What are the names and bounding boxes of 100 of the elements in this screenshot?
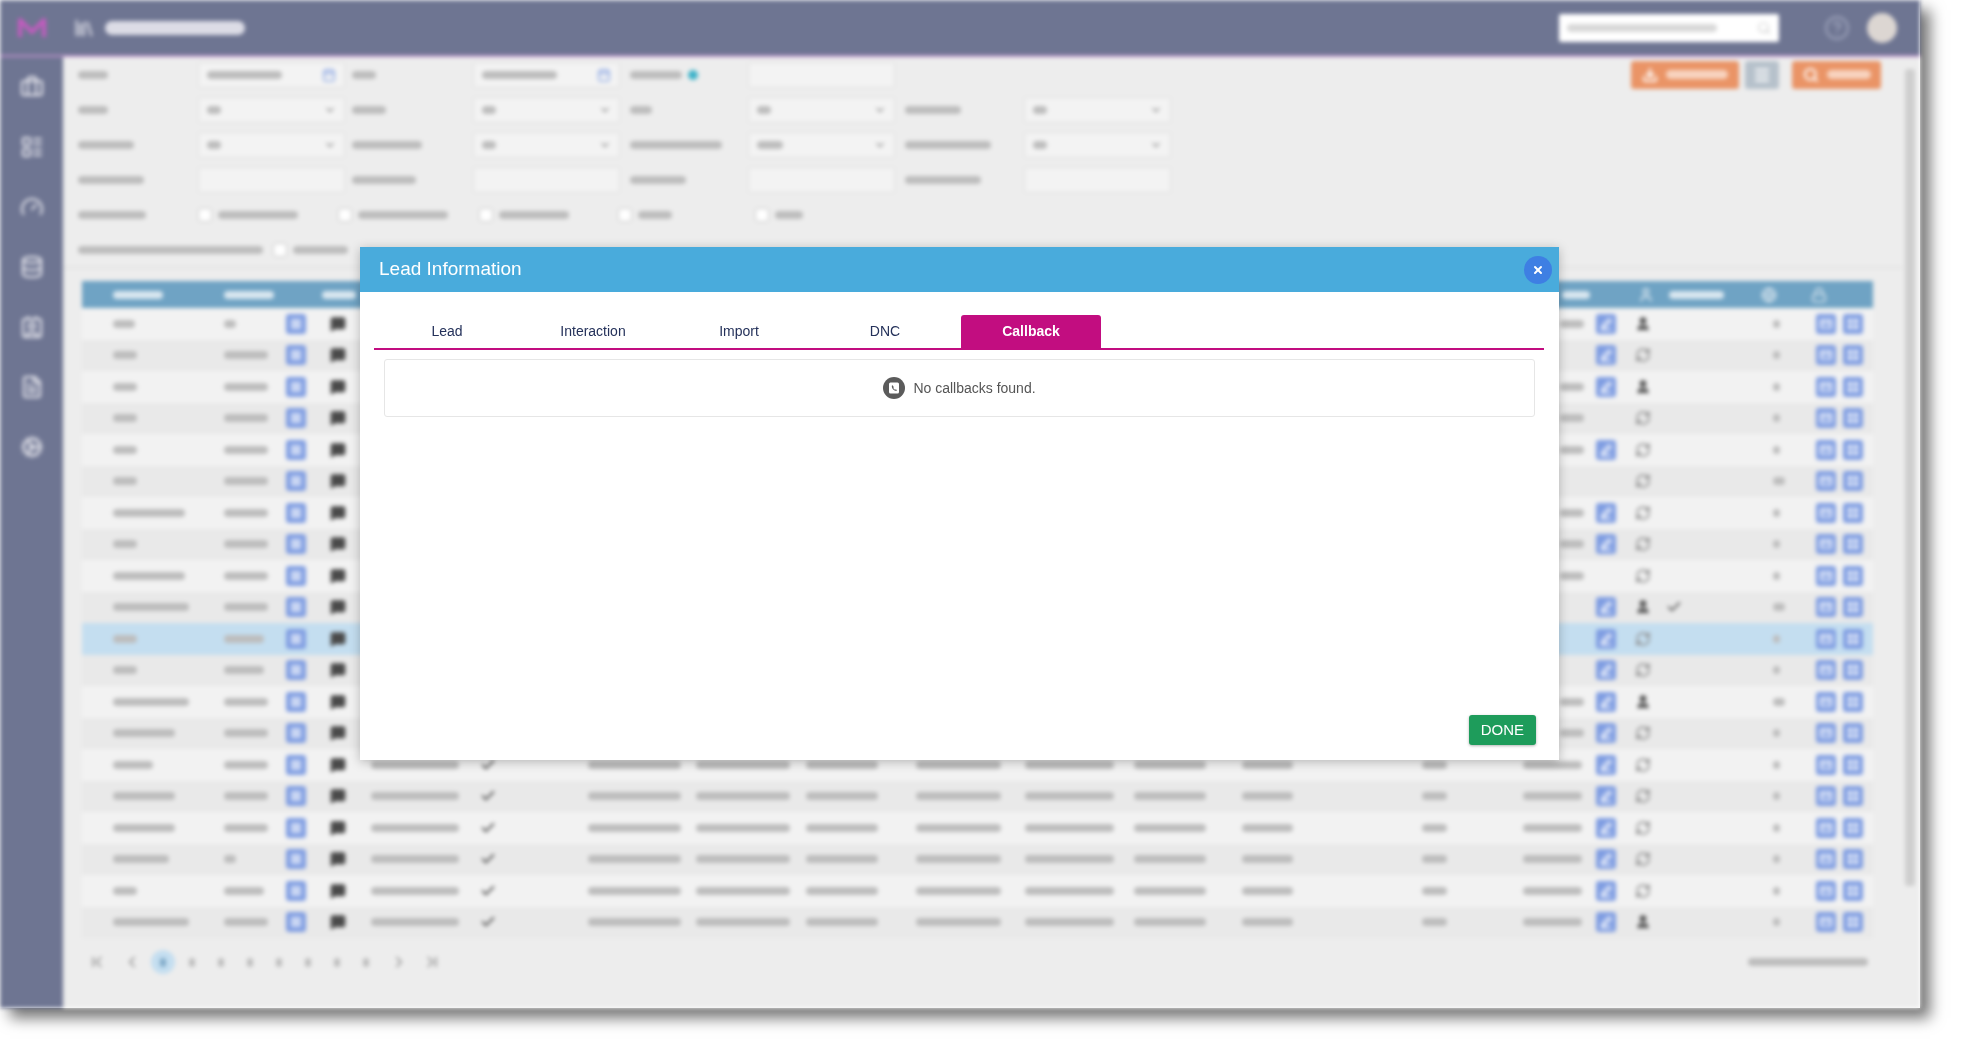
card-icon[interactable]: [1816, 723, 1836, 744]
grid-icon[interactable]: [1843, 345, 1863, 366]
edit-icon[interactable]: [1596, 502, 1616, 523]
grid-icon[interactable]: [1843, 691, 1863, 712]
tab[interactable]: Lead: [377, 315, 517, 348]
edit-icon[interactable]: [1596, 754, 1616, 775]
edit-icon[interactable]: [1596, 849, 1616, 870]
card-icon[interactable]: [1816, 534, 1836, 555]
list-icon[interactable]: [286, 439, 306, 460]
tab[interactable]: Callback: [961, 315, 1101, 348]
list-icon[interactable]: [286, 471, 306, 492]
list-icon[interactable]: [286, 786, 306, 807]
edit-icon[interactable]: [1596, 912, 1616, 933]
tab[interactable]: DNC: [815, 315, 955, 348]
grid-icon[interactable]: [1843, 912, 1863, 933]
list-icon[interactable]: [286, 345, 306, 366]
card-icon[interactable]: [1816, 408, 1836, 429]
list-icon[interactable]: [286, 628, 306, 649]
download-icon[interactable]: [1642, 66, 1658, 83]
list-icon[interactable]: [286, 597, 306, 618]
edit-icon[interactable]: [1596, 880, 1616, 901]
avatar[interactable]: [1867, 12, 1897, 43]
grid-icon[interactable]: [1843, 439, 1863, 460]
card-icon[interactable]: [1816, 880, 1836, 901]
close-button[interactable]: [1524, 255, 1552, 284]
grid-icon[interactable]: [1843, 849, 1863, 870]
list-icon[interactable]: [19, 135, 44, 159]
grid-icon[interactable]: [1843, 565, 1863, 586]
card-icon[interactable]: [1816, 313, 1836, 334]
list-icon[interactable]: [286, 912, 306, 933]
grid-icon[interactable]: [1843, 754, 1863, 775]
calendar-icon[interactable]: [322, 67, 336, 82]
briefcase-icon[interactable]: [19, 75, 44, 99]
list-icon[interactable]: [286, 565, 306, 586]
grid-icon[interactable]: [1843, 597, 1863, 618]
edit-icon[interactable]: [1596, 534, 1616, 555]
close-icon[interactable]: [1532, 263, 1544, 276]
list-icon[interactable]: [286, 723, 306, 744]
grid-icon[interactable]: [1843, 502, 1863, 523]
edit-icon[interactable]: [1596, 786, 1616, 807]
grid-icon[interactable]: [1843, 786, 1863, 807]
edit-icon[interactable]: [1596, 345, 1616, 366]
search-button[interactable]: [1792, 60, 1881, 89]
logo-icon[interactable]: [16, 16, 47, 39]
search-icon[interactable]: [1802, 66, 1819, 83]
edit-icon[interactable]: [1596, 628, 1616, 649]
card-icon[interactable]: [1816, 660, 1836, 681]
card-icon[interactable]: [1816, 817, 1836, 838]
card-icon[interactable]: [1816, 345, 1836, 366]
grid-icon[interactable]: [1843, 471, 1863, 492]
card-icon[interactable]: [1816, 502, 1836, 523]
edit-icon[interactable]: [1596, 597, 1616, 618]
page-button[interactable]: [151, 950, 175, 974]
grid-icon[interactable]: [1843, 880, 1863, 901]
card-icon[interactable]: [1816, 754, 1836, 775]
card-icon[interactable]: [1816, 376, 1836, 397]
card-icon[interactable]: [1816, 912, 1836, 933]
grid-icon[interactable]: [1843, 376, 1863, 397]
grid-icon[interactable]: [1843, 723, 1863, 744]
list-icon[interactable]: [286, 754, 306, 775]
list-icon[interactable]: [286, 502, 306, 523]
grid-icon[interactable]: [1843, 817, 1863, 838]
card-icon[interactable]: [1816, 849, 1836, 870]
grid-icon[interactable]: [1843, 313, 1863, 334]
list-icon[interactable]: [286, 817, 306, 838]
contact-card-icon[interactable]: [19, 315, 44, 339]
card-icon[interactable]: [1816, 565, 1836, 586]
list-icon[interactable]: [286, 691, 306, 712]
list-icon[interactable]: [286, 880, 306, 901]
list-icon[interactable]: [286, 849, 306, 870]
grid-icon[interactable]: [1843, 408, 1863, 429]
search-field[interactable]: [1559, 13, 1779, 42]
grid-icon[interactable]: [1843, 628, 1863, 649]
edit-icon[interactable]: [1596, 691, 1616, 712]
list-icon[interactable]: [286, 313, 306, 334]
list-icon[interactable]: [286, 660, 306, 681]
database-icon[interactable]: [19, 255, 44, 279]
card-icon[interactable]: [1816, 691, 1836, 712]
done-button[interactable]: DONE: [1468, 715, 1536, 745]
grid-icon[interactable]: [1843, 660, 1863, 681]
calendar-icon[interactable]: [597, 67, 611, 82]
edit-icon[interactable]: [1596, 439, 1616, 460]
edit-icon[interactable]: [1596, 313, 1616, 334]
edit-icon[interactable]: [1596, 376, 1616, 397]
grid-icon[interactable]: [1843, 534, 1863, 555]
edit-icon[interactable]: [1596, 817, 1616, 838]
tab[interactable]: Interaction: [523, 315, 663, 348]
scrollbar[interactable]: [1905, 69, 1915, 886]
list-icon[interactable]: [286, 534, 306, 555]
card-icon[interactable]: [1816, 786, 1836, 807]
card-icon[interactable]: [1816, 628, 1836, 649]
card-icon[interactable]: [1816, 439, 1836, 460]
edit-icon[interactable]: [1596, 723, 1616, 744]
gear-icon[interactable]: [19, 435, 44, 459]
edit-icon[interactable]: [1596, 660, 1616, 681]
card-icon[interactable]: [1816, 471, 1836, 492]
tab[interactable]: Import: [669, 315, 809, 348]
download-button[interactable]: [1631, 60, 1739, 89]
card-icon[interactable]: [1816, 597, 1836, 618]
list-icon[interactable]: [286, 408, 306, 429]
